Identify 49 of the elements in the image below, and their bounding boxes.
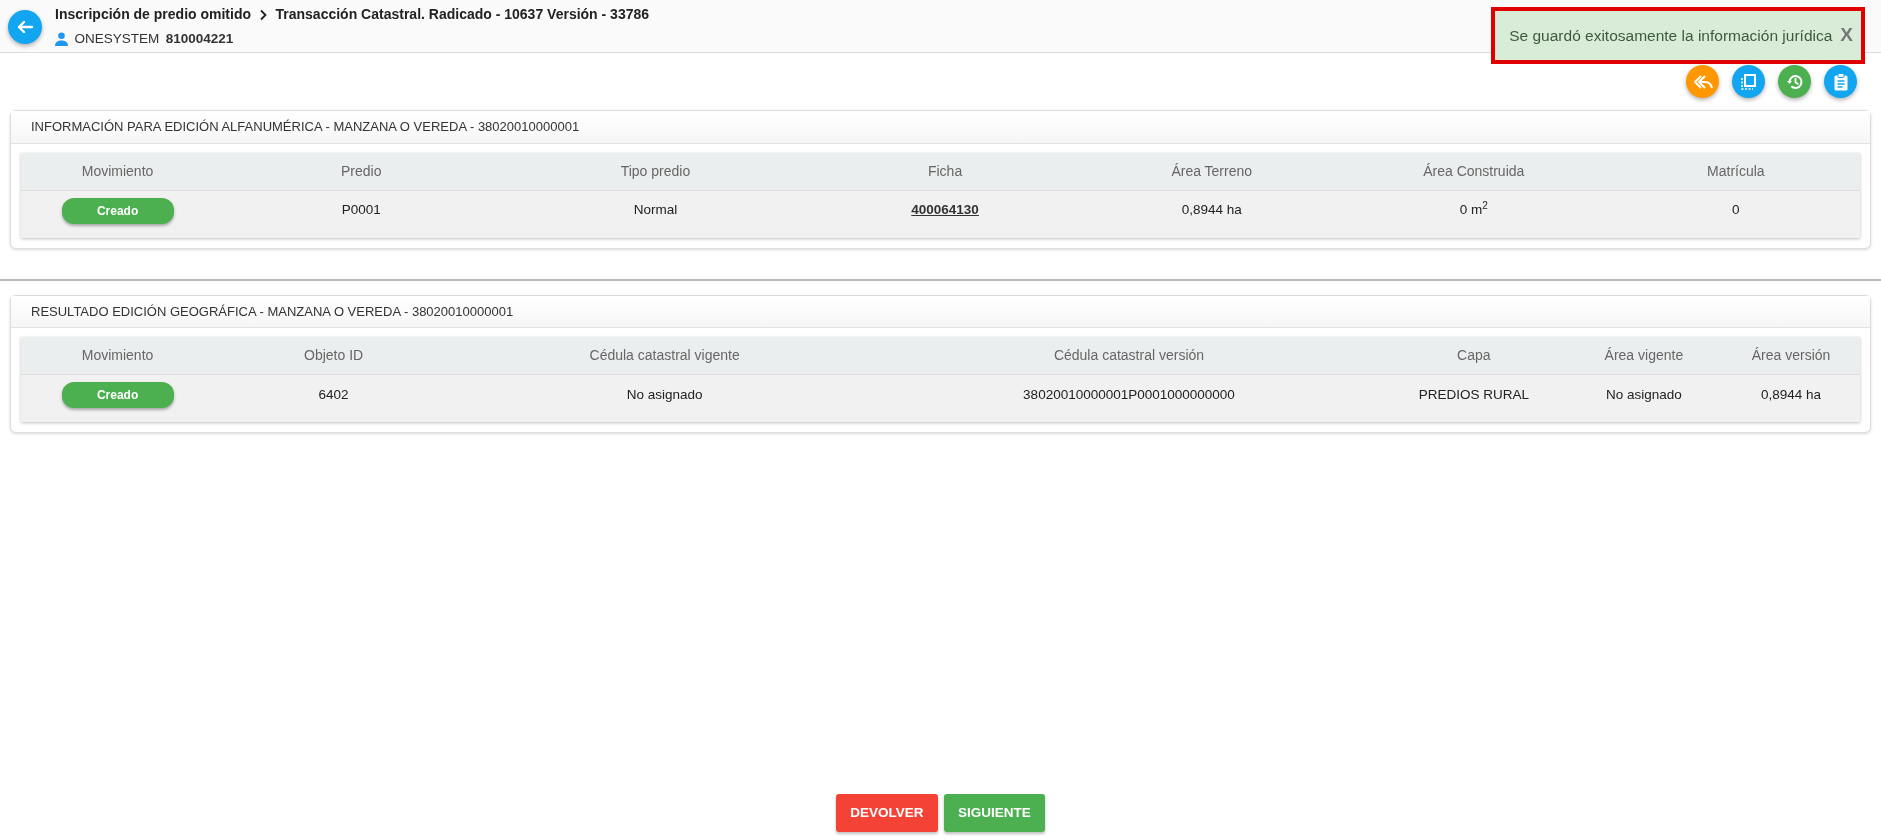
clipboard-button[interactable]: [1824, 65, 1857, 98]
ficha-link[interactable]: 400064130: [911, 202, 979, 218]
table-cell: P0001: [214, 190, 509, 238]
column-header: Área Construida: [1335, 152, 1612, 190]
table-cell: Normal: [508, 190, 803, 238]
column-header: Matrícula: [1611, 152, 1860, 190]
history-button[interactable]: [1778, 65, 1811, 98]
table-cell: 0: [1611, 190, 1860, 238]
column-header: Área versión: [1722, 337, 1860, 375]
stacked-pages-icon: [1739, 72, 1758, 91]
column-header: Ficha: [802, 152, 1088, 190]
toast-message: Se guardó exitosamente la información jurídica: [1509, 25, 1833, 46]
next-button[interactable]: SIGUIENTE: [944, 793, 1045, 832]
chevron-right-icon: [258, 8, 269, 21]
table-cell: 0 m$^{2}$: [1335, 190, 1612, 238]
column-header: Tipo predio: [508, 152, 803, 190]
column-header: Predio: [214, 152, 509, 190]
column-header: Movimiento: [21, 152, 215, 190]
copy-button[interactable]: [1732, 65, 1765, 98]
return-button[interactable]: DEVOLVER: [836, 793, 938, 832]
column-header: Área vigente: [1565, 337, 1723, 375]
history-clock-icon: [1785, 72, 1804, 91]
panel-title: RESULTADO EDICIÓN GEOGRÁFICA - MANZANA O VEREDA - 38020010000001: [11, 295, 1870, 328]
column-header: Área Terreno: [1087, 152, 1336, 190]
user-name: ONESYSTEM: [74, 29, 160, 48]
column-header: Objeto ID: [214, 337, 454, 375]
back-button[interactable]: [8, 9, 42, 44]
user-id: 810004221: [165, 29, 234, 48]
reply-all-button[interactable]: [1686, 65, 1719, 98]
column-header: Movimiento: [21, 337, 215, 375]
table-cell: No asignado: [453, 374, 877, 422]
double-reply-arrow-icon: [1692, 73, 1713, 90]
table-cell: PREDIOS RURAL: [1381, 374, 1566, 422]
table-cell: 0,8944 ha: [1722, 374, 1860, 422]
panel-title: INFORMACIÓN PARA EDICIÓN ALFANUMÉRICA - MANZANA O VEREDA - 38020010000001: [11, 111, 1870, 144]
person-icon: [55, 31, 68, 46]
breadcrumb-item[interactable]: Inscripción de predio omitido: [55, 4, 251, 26]
status-label: Creado: [61, 197, 174, 224]
column-header: Capa: [1381, 337, 1566, 375]
clipboard-icon: [1832, 72, 1849, 91]
column-header: Cédula catastral vigente: [453, 337, 877, 375]
table-cell: 0,8944 ha: [1087, 190, 1336, 238]
close-button[interactable]: X: [1832, 21, 1853, 50]
breadcrumb-item: Transacción Catastral. Radicado - 10637 Versión - 33786: [275, 5, 650, 25]
status-label: Creado: [61, 382, 174, 408]
column-header: Cédula catastral versión: [876, 337, 1382, 375]
table-cell: No asignado: [1565, 374, 1723, 422]
table-cell: 6402: [214, 374, 454, 422]
table-cell: 38020010000001P0001000000000: [876, 374, 1382, 422]
